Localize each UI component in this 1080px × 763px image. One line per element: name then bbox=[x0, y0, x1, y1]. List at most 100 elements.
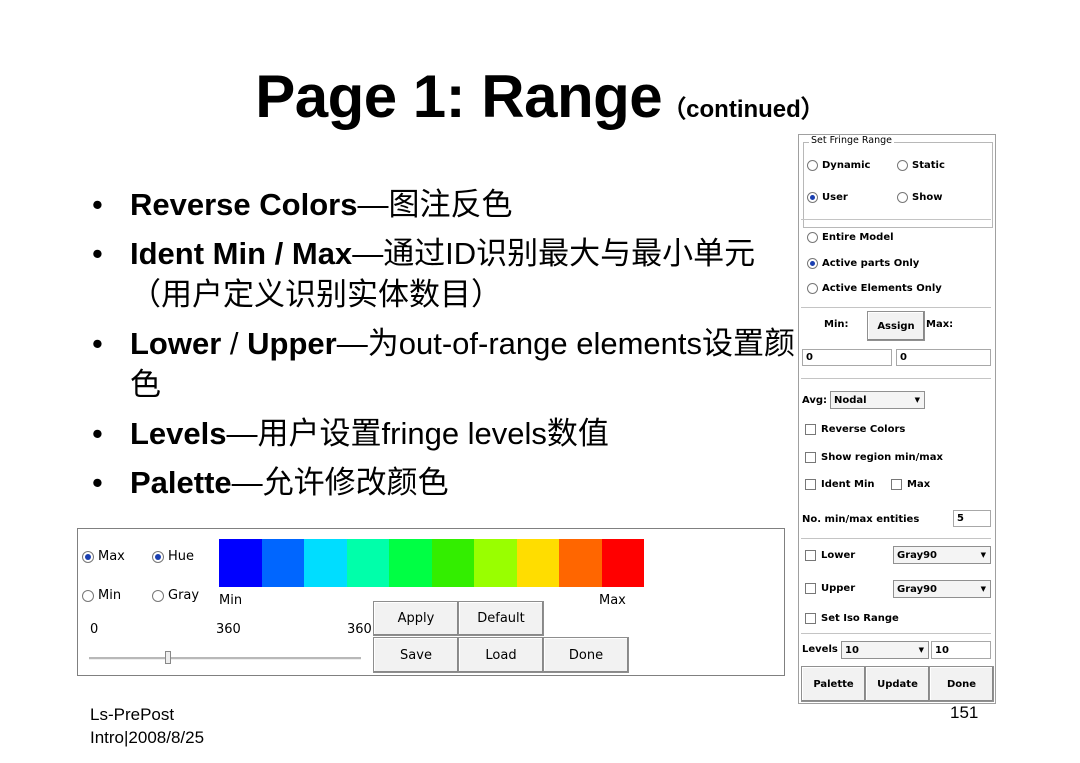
chevron-down-icon: ▼ bbox=[918, 646, 924, 654]
scale-max-label: Max bbox=[599, 593, 626, 608]
radio-entire-model[interactable]: Entire Model bbox=[807, 232, 894, 243]
levels-select[interactable]: 10 ▼ bbox=[841, 641, 929, 659]
value-360: 360 bbox=[347, 622, 372, 637]
radio-selected-icon bbox=[82, 550, 94, 563]
color-swatch[interactable] bbox=[601, 539, 644, 587]
lower-color-select[interactable]: Gray90 ▼ bbox=[893, 546, 991, 564]
color-swatch[interactable] bbox=[304, 539, 347, 587]
color-swatch[interactable] bbox=[389, 539, 432, 587]
color-swatch[interactable] bbox=[474, 539, 517, 587]
checkbox-icon bbox=[805, 479, 816, 490]
radio-icon bbox=[807, 160, 818, 171]
checkbox-lower[interactable]: Lower bbox=[805, 550, 855, 561]
max-value-field[interactable]: 0 bbox=[896, 349, 991, 366]
title-sub: （continued） bbox=[662, 96, 825, 123]
checkbox-show-region[interactable]: Show region min/max bbox=[805, 452, 943, 463]
color-swatches bbox=[219, 539, 644, 587]
radio-icon bbox=[807, 232, 818, 243]
done-button[interactable]: Done bbox=[929, 666, 994, 702]
page-number: 151 bbox=[950, 703, 979, 722]
footer-line-1: Ls-PrePost bbox=[90, 705, 175, 724]
assign-button[interactable]: Assign bbox=[867, 311, 925, 341]
color-swatch[interactable] bbox=[516, 539, 559, 587]
chevron-down-icon: ▼ bbox=[914, 396, 920, 404]
avg-label: Avg: bbox=[802, 395, 828, 406]
checkbox-icon bbox=[805, 550, 816, 561]
bullet-palette: • Palette—允许修改颜色 bbox=[92, 465, 449, 500]
fringe-range-group bbox=[803, 142, 993, 228]
radio-static[interactable]: Static bbox=[897, 160, 945, 171]
upper-color-select[interactable]: Gray90 ▼ bbox=[893, 580, 991, 598]
chevron-down-icon: ▼ bbox=[980, 585, 986, 593]
color-swatch[interactable] bbox=[219, 539, 262, 587]
color-swatch[interactable] bbox=[346, 539, 389, 587]
divider bbox=[801, 219, 991, 220]
radio-icon bbox=[82, 589, 94, 602]
checkbox-icon bbox=[805, 583, 816, 594]
done-button[interactable]: Done bbox=[543, 637, 629, 673]
levels-label: Levels bbox=[802, 644, 838, 655]
divider bbox=[801, 307, 991, 308]
fringe-range-panel: Set Fringe Range Dynamic Static User Sho… bbox=[798, 134, 996, 704]
color-swatch[interactable] bbox=[431, 539, 474, 587]
radio-hue[interactable]: Hue bbox=[152, 549, 194, 564]
slide-title: Page 1: Range（continued） bbox=[0, 62, 1080, 131]
save-button[interactable]: Save bbox=[373, 637, 459, 673]
apply-button[interactable]: Apply bbox=[373, 601, 459, 636]
value-360: 360 bbox=[216, 622, 241, 637]
divider bbox=[801, 378, 991, 379]
max-label: Max: bbox=[926, 319, 954, 330]
checkbox-icon bbox=[891, 479, 902, 490]
divider bbox=[801, 538, 991, 539]
radio-max[interactable]: Max bbox=[82, 549, 125, 564]
radio-icon bbox=[897, 192, 908, 203]
radio-icon bbox=[807, 283, 818, 294]
radio-min[interactable]: Min bbox=[82, 588, 121, 603]
radio-icon bbox=[897, 160, 908, 171]
radio-selected-icon bbox=[152, 550, 164, 563]
no-entities-field[interactable]: 5 bbox=[953, 510, 991, 527]
checkbox-ident-max[interactable]: Max bbox=[891, 479, 930, 490]
min-label: Min: bbox=[824, 319, 849, 330]
bullet-reverse-colors: • Reverse Colors—图注反色 bbox=[92, 187, 513, 222]
checkbox-ident-min[interactable]: Ident Min bbox=[805, 479, 875, 490]
levels-value-field[interactable]: 10 bbox=[931, 641, 991, 659]
slider-handle[interactable] bbox=[165, 651, 171, 664]
divider bbox=[801, 633, 991, 634]
radio-user[interactable]: User bbox=[807, 192, 848, 203]
checkbox-set-iso-range[interactable]: Set Iso Range bbox=[805, 613, 899, 624]
footer-line-2: Intro|2008/8/25 bbox=[90, 728, 205, 747]
bullet-lower-upper: • Lower / Upper—为out-of-range elements设置颜… bbox=[92, 326, 795, 402]
scale-min-label: Min bbox=[219, 593, 243, 608]
radio-selected-icon bbox=[807, 258, 818, 269]
checkbox-reverse-colors[interactable]: Reverse Colors bbox=[805, 424, 905, 435]
slider-track[interactable] bbox=[89, 657, 361, 660]
bullet-levels: • Levels—用户设置fringe levels数值 bbox=[92, 416, 609, 451]
checkbox-icon bbox=[805, 613, 816, 624]
radio-selected-icon bbox=[807, 192, 818, 203]
palette-button[interactable]: Palette bbox=[801, 666, 866, 702]
load-button[interactable]: Load bbox=[458, 637, 544, 673]
radio-gray[interactable]: Gray bbox=[152, 588, 199, 603]
update-button[interactable]: Update bbox=[865, 666, 930, 702]
color-swatch[interactable] bbox=[261, 539, 304, 587]
avg-select[interactable]: Nodal ▼ bbox=[830, 391, 925, 409]
checkbox-icon bbox=[805, 452, 816, 463]
no-entities-label: No. min/max entities bbox=[802, 514, 920, 525]
bullet-list: • Reverse Colors—图注反色 • Ident Min / Max—通过… bbox=[90, 184, 795, 511]
radio-dynamic[interactable]: Dynamic bbox=[807, 160, 870, 171]
checkbox-icon bbox=[805, 424, 816, 435]
radio-active-elements[interactable]: Active Elements Only bbox=[807, 283, 942, 294]
radio-icon bbox=[152, 589, 164, 602]
default-button[interactable]: Default bbox=[458, 601, 544, 636]
radio-show[interactable]: Show bbox=[897, 192, 942, 203]
chevron-down-icon: ▼ bbox=[980, 551, 986, 559]
min-value-field[interactable]: 0 bbox=[802, 349, 892, 366]
value-0: 0 bbox=[90, 622, 99, 637]
group-label: Set Fringe Range bbox=[809, 135, 894, 146]
checkbox-upper[interactable]: Upper bbox=[805, 583, 855, 594]
bullet-ident-min-max: • Ident Min / Max—通过ID识别最大与最小单元（用户定义识别实体数… bbox=[92, 236, 756, 312]
palette-panel: Max Hue Min Gray Min Max 0 360 360 Apply… bbox=[77, 528, 785, 676]
color-swatch[interactable] bbox=[559, 539, 602, 587]
radio-active-parts[interactable]: Active parts Only bbox=[807, 258, 919, 269]
